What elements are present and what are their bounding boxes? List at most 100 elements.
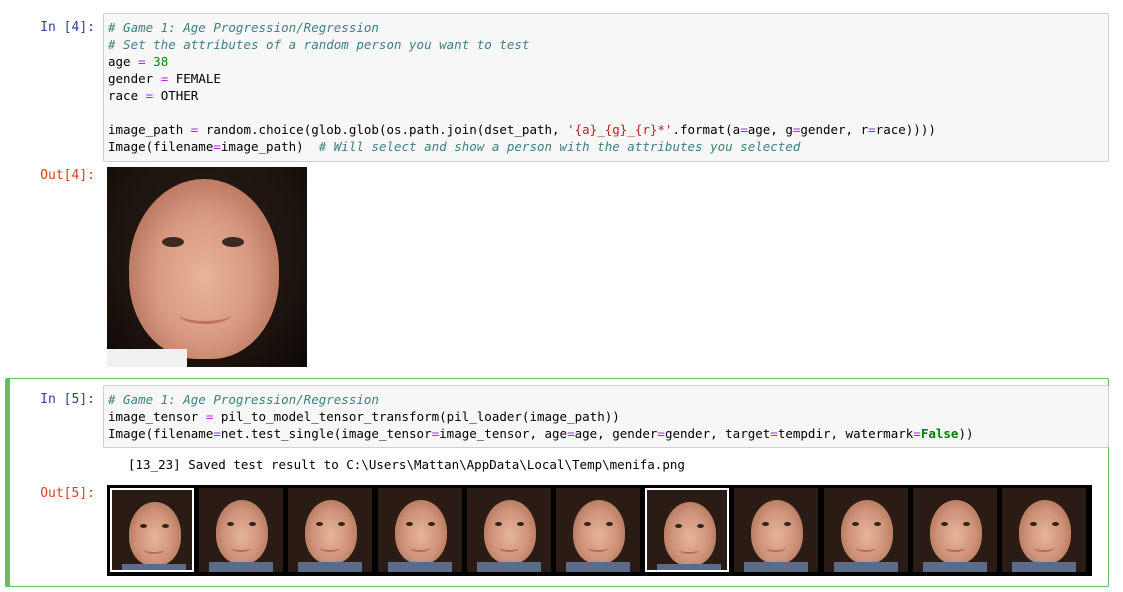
face-shape	[129, 179, 279, 359]
thumbnail-face-shape	[929, 500, 982, 564]
thumbnail-collar-shape	[566, 562, 630, 572]
operator: =	[740, 122, 748, 137]
thumbnail-face-shape	[840, 500, 893, 564]
code-line: # Set the attributes of a random person …	[108, 36, 1104, 53]
thumbnail-eye-shape	[606, 522, 613, 526]
code-token: OTHER	[160, 88, 199, 103]
thumbnail-face-shape	[305, 500, 358, 564]
operator: =	[213, 139, 221, 154]
code-line: # Game 1: Age Progression/Regression	[108, 391, 1104, 408]
collar-shape	[107, 349, 187, 367]
thumbnail-collar-shape	[122, 564, 186, 570]
code-token: gender, target	[664, 426, 771, 441]
out-prompt: Out[5]:	[40, 486, 95, 501]
code-token: Image(filename	[108, 139, 214, 154]
code-token: pil_to_model_tensor_transform(pil_loader…	[220, 409, 620, 424]
thumbnail-face-shape	[483, 500, 536, 564]
code-cell-5[interactable]: In [5]: # Game 1: Age Progression/Regres…	[5, 378, 1109, 587]
number: 38	[153, 54, 169, 69]
code-token: image_path	[108, 122, 184, 137]
output-thumbnail	[466, 488, 551, 572]
thumbnail-mouth-shape	[588, 544, 608, 552]
thumbnail-eye-shape	[1052, 522, 1059, 526]
thumbnail-mouth-shape	[144, 546, 164, 554]
code-token: random.choice(glob.glob(os.path.join(dse…	[205, 122, 568, 137]
output-thumbnail	[288, 488, 373, 572]
code-token: age, gender	[574, 426, 658, 441]
output-thumbnail-strip	[107, 485, 1092, 576]
code-token: image_path)	[220, 139, 319, 154]
output-thumbnail	[110, 488, 194, 572]
operator: =	[145, 88, 154, 103]
code-token: FEMALE	[175, 71, 221, 86]
thumbnail-eye-shape	[516, 522, 524, 526]
output-thumbnail	[645, 488, 730, 572]
thumbnail-collar-shape	[657, 564, 722, 570]
code-token: Image(filename	[108, 426, 214, 441]
code-token: gender, r	[800, 122, 869, 137]
thumbnail-face-shape	[573, 500, 625, 564]
thumbnail-face-shape	[129, 502, 181, 566]
code-line: # Game 1: Age Progression/Regression	[108, 19, 1104, 36]
thumbnail-eye-shape	[851, 522, 859, 526]
thumbnail-eye-shape	[140, 524, 147, 528]
thumbnail-eye-shape	[962, 522, 970, 526]
code-token: age	[108, 54, 131, 69]
mouth-shape	[179, 305, 231, 324]
thumbnail-collar-shape	[476, 562, 541, 572]
output-thumbnail	[556, 488, 640, 572]
out-prompt: Out[4]:	[40, 168, 95, 183]
right-eye-shape	[222, 237, 244, 247]
operator: =	[213, 426, 221, 441]
operator: =	[190, 122, 199, 137]
thumbnail-eye-shape	[162, 524, 169, 528]
thumbnail-face-shape	[664, 502, 717, 566]
operator: =	[913, 426, 921, 441]
output-thumbnail	[199, 488, 284, 572]
thumbnail-eye-shape	[584, 522, 591, 526]
code-token: race))))	[875, 122, 936, 137]
thumbnail-face-shape	[1019, 500, 1071, 564]
code-line: race = OTHER	[108, 87, 1104, 104]
operator: =	[160, 71, 169, 86]
comment: # Set the attributes of a random person …	[108, 37, 530, 52]
thumbnail-face-shape	[394, 500, 447, 564]
code-token: race	[108, 88, 139, 103]
string: '{a}_{g}_{r}*'	[567, 122, 673, 137]
code-line: image_path = random.choice(glob.glob(os.…	[108, 121, 1104, 138]
operator: =	[138, 54, 146, 69]
thumbnail-eye-shape	[873, 522, 881, 526]
comment: # Game 1: Age Progression/Regression	[108, 392, 379, 407]
thumbnail-eye-shape	[494, 522, 502, 526]
code-token: image_tensor, age	[439, 426, 568, 441]
thumbnail-mouth-shape	[944, 544, 965, 552]
code-input[interactable]: # Game 1: Age Progression/Regression # S…	[103, 13, 1109, 162]
thumbnail-eye-shape	[427, 522, 435, 526]
operator: =	[567, 426, 575, 441]
thumbnail-mouth-shape	[409, 544, 430, 552]
in-prompt: In [5]:	[40, 392, 95, 407]
code-token: image_tensor	[108, 409, 199, 424]
code-token: ))	[958, 426, 974, 441]
code-line: Image(filename=image_path) # Will select…	[108, 138, 1104, 155]
code-cell-4[interactable]: In [4]: # Game 1: Age Progression/Regres…	[5, 8, 1109, 370]
comment: # Will select and show a person with the…	[318, 139, 801, 154]
left-eye-shape	[162, 237, 184, 247]
code-token: gender	[108, 71, 154, 86]
in-prompt: In [4]:	[40, 20, 95, 35]
code-token: .format(a	[672, 122, 741, 137]
code-input[interactable]: # Game 1: Age Progression/Regression ima…	[103, 385, 1109, 448]
thumbnail-collar-shape	[209, 562, 274, 572]
code-token: age, g	[747, 122, 793, 137]
output-thumbnail	[823, 488, 908, 572]
output-thumbnail	[377, 488, 462, 572]
thumbnail-mouth-shape	[855, 544, 876, 552]
operator: =	[431, 426, 440, 441]
thumbnail-collar-shape	[744, 562, 809, 572]
thumbnail-collar-shape	[1012, 562, 1076, 572]
comment: # Game 1: Age Progression/Regression	[108, 20, 379, 35]
operator: =	[868, 122, 876, 137]
stdout-output: [13_23] Saved test result to C:\Users\Ma…	[128, 457, 685, 472]
thumbnail-mouth-shape	[1034, 544, 1054, 552]
